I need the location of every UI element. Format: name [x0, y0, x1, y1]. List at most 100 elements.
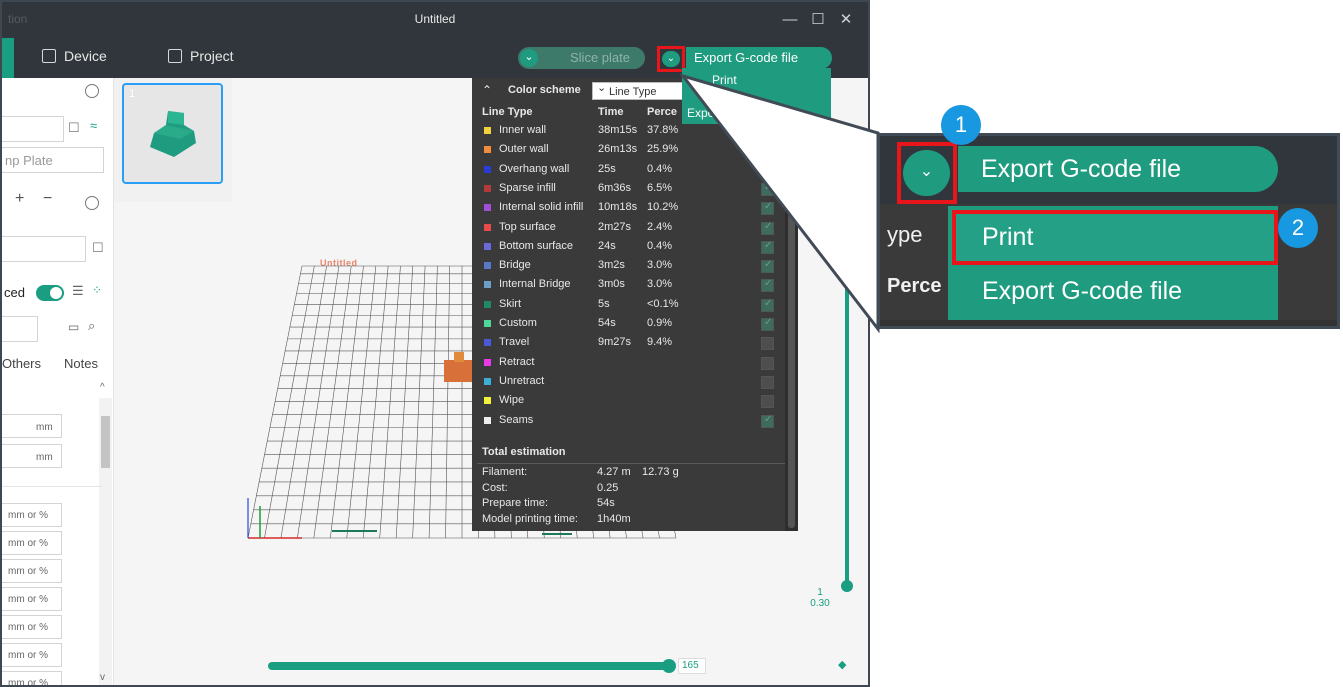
- zoom-percent-fragment: Perce: [887, 275, 942, 297]
- layers-icon[interactable]: ◆: [838, 658, 846, 671]
- menu-item-export[interactable]: Expo: [687, 106, 714, 120]
- legend-row: Internal solid infill 10m18s 10.2%: [472, 199, 782, 218]
- legend-time: 54s: [598, 317, 616, 329]
- panel-scrollbar[interactable]: [785, 98, 798, 531]
- legend-visibility-checkbox[interactable]: [761, 278, 774, 293]
- layer-slider-handle[interactable]: [841, 580, 853, 592]
- move-slider-track[interactable]: [268, 662, 668, 670]
- zoom-callout: ⌄ Export G-code file ype Perce Print Exp…: [877, 133, 1340, 329]
- legend-visibility-checkbox[interactable]: [761, 395, 774, 409]
- menu-item-print[interactable]: Print: [712, 73, 737, 87]
- prepare-tab-accent[interactable]: [2, 38, 14, 78]
- wifi-icon[interactable]: ≈: [90, 118, 97, 133]
- unit-label: mm or %: [8, 594, 48, 605]
- add-icon[interactable]: +: [15, 190, 24, 208]
- legend-visibility-checkbox[interactable]: [761, 124, 774, 138]
- legend-visibility-checkbox[interactable]: [761, 240, 774, 254]
- slice-dropdown-icon[interactable]: ⌄: [520, 49, 538, 67]
- panel-scrollbar-thumb[interactable]: [788, 128, 795, 528]
- zoom-menu-item-export[interactable]: Export G-code file: [982, 277, 1182, 306]
- legend-percent: 0.4%: [647, 239, 673, 252]
- plate-list: 1: [114, 78, 232, 202]
- export-gcode-button[interactable]: Export G-code file: [686, 47, 832, 69]
- scrollbar-thumb[interactable]: [101, 416, 110, 468]
- unit-label: mm or %: [8, 538, 48, 549]
- legend-visibility-checkbox[interactable]: [761, 337, 774, 351]
- process-select[interactable]: [2, 236, 86, 262]
- zoom-dropdown-highlight[interactable]: ⌄: [897, 142, 957, 204]
- filament-gear-icon[interactable]: [85, 196, 99, 210]
- tab-notes[interactable]: Notes: [64, 356, 98, 371]
- legend-swatch: [484, 242, 491, 250]
- estimation-row: Filament: 4.27 m 12.73 g: [482, 466, 782, 481]
- advanced-toggle[interactable]: [36, 285, 64, 301]
- export-dropdown-highlight[interactable]: ⌄: [657, 46, 685, 72]
- minimize-icon[interactable]: —: [777, 8, 803, 32]
- slice-plate-button[interactable]: ⌄ Slice plate: [518, 47, 645, 69]
- legend-swatch: [484, 127, 491, 134]
- maximize-icon[interactable]: ☐: [805, 8, 831, 32]
- legend-visibility-checkbox[interactable]: [761, 221, 774, 235]
- edit-icon[interactable]: ☐: [68, 120, 80, 136]
- layer-slider-track[interactable]: [845, 212, 849, 586]
- col-line-type: Line Type: [482, 106, 533, 118]
- scroll-up-icon[interactable]: ^: [100, 382, 105, 393]
- legend-visibility-checkbox[interactable]: [761, 201, 774, 216]
- col-time: Time: [598, 106, 624, 118]
- legend-visibility-checkbox[interactable]: [761, 317, 774, 331]
- legend-visibility-checkbox[interactable]: [761, 414, 774, 428]
- unit-label: mm or %: [8, 678, 48, 687]
- sidebar-scrollbar[interactable]: [99, 398, 112, 685]
- remove-icon[interactable]: −: [43, 190, 52, 208]
- tab-others[interactable]: Others: [2, 356, 41, 371]
- layer-number: 1: [817, 587, 823, 598]
- legend-visibility-checkbox[interactable]: [761, 356, 774, 370]
- move-slider-handle[interactable]: [662, 659, 676, 673]
- search-field[interactable]: [2, 316, 38, 342]
- printer-select[interactable]: [2, 116, 64, 142]
- collapse-icon[interactable]: ⌃: [482, 83, 492, 97]
- close-icon[interactable]: ✕: [833, 8, 859, 32]
- list-view-icon[interactable]: ☰: [72, 283, 84, 299]
- estimation-value: 1h40m: [597, 512, 631, 525]
- tab-device[interactable]: Device: [42, 48, 107, 64]
- save-icon[interactable]: ▭: [68, 320, 79, 334]
- layer-slider-label: 1 0.30: [805, 587, 835, 609]
- divider: [477, 463, 785, 464]
- plate-thumbnail[interactable]: 1: [122, 83, 223, 184]
- zoom-dropdown-icon[interactable]: ⌄: [903, 150, 950, 196]
- scroll-down-icon[interactable]: v: [100, 672, 105, 683]
- legend-visibility-checkbox[interactable]: [761, 182, 774, 196]
- compare-icon[interactable]: ⁘: [92, 283, 102, 297]
- export-dropdown-menu: Print Expo: [682, 68, 831, 124]
- legend-visibility-checkbox[interactable]: [761, 259, 774, 274]
- plate-number: 1: [129, 88, 136, 100]
- legend-visibility-checkbox[interactable]: [761, 298, 774, 312]
- color-scheme-header: Color scheme: [508, 84, 581, 96]
- grid-line: [330, 265, 364, 539]
- legend-swatch: [484, 339, 491, 347]
- bed-plate-field[interactable]: np Plate: [2, 147, 104, 173]
- legend-name: Retract: [499, 355, 535, 368]
- col-percent: Perce: [647, 106, 677, 118]
- gear-icon[interactable]: [85, 84, 99, 98]
- legend-visibility-checkbox[interactable]: [761, 143, 774, 158]
- legend-row: Sparse infill 6m36s 6.5%: [472, 180, 782, 199]
- legend-name: Bottom surface: [499, 239, 573, 252]
- search-icon[interactable]: ⌕: [88, 318, 95, 334]
- legend-visibility-checkbox[interactable]: [761, 163, 774, 177]
- tab-project[interactable]: Project: [168, 48, 234, 64]
- dimension-field[interactable]: [2, 414, 62, 438]
- legend-visibility-checkbox[interactable]: [761, 375, 774, 389]
- line-type-select[interactable]: Line Type: [592, 79, 689, 100]
- model-preview: [444, 360, 474, 382]
- tab-project-label: Project: [190, 48, 234, 64]
- zoom-export-button[interactable]: Export G-code file: [958, 146, 1278, 192]
- zoom-menu-item-print[interactable]: Print: [952, 210, 1278, 265]
- legend-name: Skirt: [499, 297, 521, 310]
- export-dropdown-icon[interactable]: ⌄: [662, 51, 680, 67]
- legend-name: Internal solid infill: [499, 201, 584, 214]
- dimension-field[interactable]: [2, 444, 62, 468]
- process-edit-icon[interactable]: ☐: [92, 240, 104, 256]
- legend-swatch: [484, 358, 491, 366]
